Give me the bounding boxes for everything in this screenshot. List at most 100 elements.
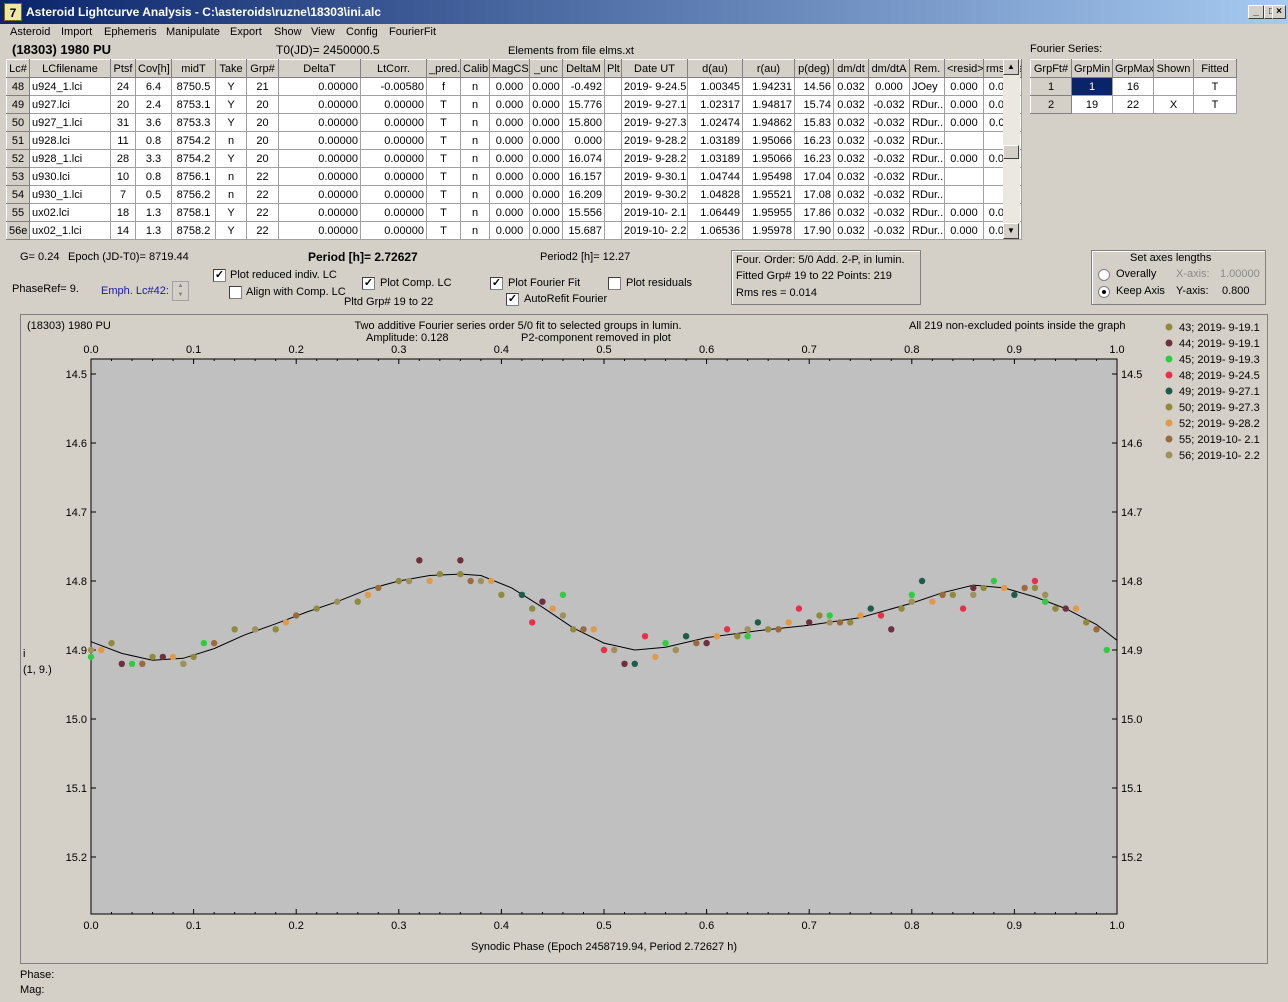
table-cell[interactable]: 17.08: [794, 185, 834, 204]
table-cell[interactable]: 1.95521: [742, 185, 795, 204]
table-cell[interactable]: u928_1.lci: [29, 149, 111, 168]
table-cell[interactable]: 1.95978: [742, 221, 795, 240]
table-cell[interactable]: 20: [246, 131, 279, 150]
column-header[interactable]: Date UT: [621, 59, 688, 78]
table-cell[interactable]: 15.800: [562, 113, 605, 132]
row-header[interactable]: 52: [6, 149, 30, 168]
table-cell[interactable]: 0.000: [489, 203, 530, 222]
fourier-column-header[interactable]: Shown: [1153, 59, 1194, 78]
table-cell[interactable]: u924_1.lci: [29, 77, 111, 96]
scroll-down-icon[interactable]: ▼: [1003, 223, 1019, 239]
table-cell[interactable]: 14: [110, 221, 136, 240]
table-cell[interactable]: n: [460, 77, 490, 96]
table-cell[interactable]: [944, 131, 984, 150]
table-cell[interactable]: 0.00000: [278, 167, 361, 186]
table-cell[interactable]: Y: [215, 95, 247, 114]
row-header[interactable]: 49: [6, 95, 30, 114]
x-axis-value[interactable]: 1.00000: [1220, 268, 1260, 280]
menu-view[interactable]: View: [311, 25, 335, 39]
table-cell[interactable]: 0.000: [489, 95, 530, 114]
table-cell[interactable]: T: [426, 131, 461, 150]
table-cell[interactable]: T: [426, 185, 461, 204]
table-cell[interactable]: -0.492: [562, 77, 605, 96]
table-cell[interactable]: [604, 203, 622, 222]
table-cell[interactable]: RDur...: [909, 95, 945, 114]
table-cell[interactable]: 8753.1: [171, 95, 216, 114]
table-cell[interactable]: 7: [110, 185, 136, 204]
table-cell[interactable]: 8758.1: [171, 203, 216, 222]
row-header[interactable]: 51: [6, 131, 30, 150]
column-header[interactable]: Cov[h]: [135, 59, 172, 78]
table-cell[interactable]: -0.032: [868, 149, 910, 168]
table-cell[interactable]: T: [426, 221, 461, 240]
table-row[interactable]: 49 u927.lci 20 2.4 8753.1 Y 20 0.00000 0.00000 Tn…: [6, 95, 1022, 114]
minimize-button[interactable]: _: [1248, 5, 1264, 19]
column-header[interactable]: Calib.: [460, 59, 490, 78]
table-cell[interactable]: [604, 131, 622, 150]
column-header[interactable]: LtCorr.: [360, 59, 427, 78]
table-cell[interactable]: 1.94231: [742, 77, 795, 96]
scroll-thumb[interactable]: [1003, 145, 1019, 159]
table-cell[interactable]: 0.000: [529, 113, 563, 132]
table-cell[interactable]: 1.02474: [687, 113, 743, 132]
table-cell[interactable]: 0.032: [833, 131, 869, 150]
table-cell[interactable]: 1.04828: [687, 185, 743, 204]
row-header[interactable]: 50: [6, 113, 30, 132]
table-cell[interactable]: 0.000: [944, 77, 984, 96]
table-cell[interactable]: 14.56: [794, 77, 834, 96]
table-cell[interactable]: 18: [110, 203, 136, 222]
table-cell[interactable]: n: [460, 149, 490, 168]
table-cell[interactable]: RDur...: [909, 203, 945, 222]
table-cell[interactable]: n: [215, 131, 247, 150]
table-cell[interactable]: 0.032: [833, 77, 869, 96]
column-header[interactable]: midT: [171, 59, 216, 78]
column-header[interactable]: _unc: [529, 59, 563, 78]
table-cell[interactable]: 1.03189: [687, 131, 743, 150]
table-cell[interactable]: 2019- 9-28.2: [621, 131, 688, 150]
table-cell[interactable]: n: [215, 167, 247, 186]
table-cell[interactable]: RDur...: [909, 185, 945, 204]
table-cell[interactable]: 1.95955: [742, 203, 795, 222]
table-cell[interactable]: n: [460, 95, 490, 114]
fourier-cell[interactable]: 1: [1071, 77, 1113, 96]
table-cell[interactable]: 8754.2: [171, 131, 216, 150]
table-cell[interactable]: [604, 185, 622, 204]
table-cell[interactable]: 1.00345: [687, 77, 743, 96]
table-cell[interactable]: 0.000: [868, 77, 910, 96]
column-header[interactable]: p(deg): [794, 59, 834, 78]
table-cell[interactable]: 0.000: [944, 95, 984, 114]
table-cell[interactable]: 24: [110, 77, 136, 96]
column-header[interactable]: Rem.: [909, 59, 945, 78]
table-cell[interactable]: 0.000: [944, 203, 984, 222]
table-cell[interactable]: 1.94817: [742, 95, 795, 114]
table-row[interactable]: 56e ux02_1.lci 14 1.3 8758.2 Y 22 0.00000 0.0000…: [6, 221, 1022, 240]
table-cell[interactable]: 0.000: [529, 77, 563, 96]
table-cell[interactable]: 0.000: [944, 113, 984, 132]
column-header[interactable]: Take: [215, 59, 247, 78]
table-cell[interactable]: ux02_1.lci: [29, 221, 111, 240]
column-header[interactable]: LCfilename: [29, 59, 111, 78]
table-cell[interactable]: 1.04744: [687, 167, 743, 186]
table-cell[interactable]: -0.032: [868, 113, 910, 132]
column-header[interactable]: _pred.: [426, 59, 461, 78]
table-cell[interactable]: 0.00000: [360, 149, 427, 168]
table-row[interactable]: 53 u930.lci 10 0.8 8756.1 n 22 0.00000 0.00000 Tn…: [6, 167, 1022, 186]
table-cell[interactable]: u930_1.lci: [29, 185, 111, 204]
fourier-cell[interactable]: T: [1193, 95, 1237, 114]
table-cell[interactable]: u928.lci: [29, 131, 111, 150]
table-cell[interactable]: -0.032: [868, 221, 910, 240]
table-cell[interactable]: 0.032: [833, 113, 869, 132]
row-header[interactable]: 55: [6, 203, 30, 222]
table-cell[interactable]: 0.00000: [278, 113, 361, 132]
table-cell[interactable]: 15.74: [794, 95, 834, 114]
table-cell[interactable]: 0.00000: [278, 77, 361, 96]
column-header[interactable]: d(au): [687, 59, 743, 78]
table-cell[interactable]: 1.06449: [687, 203, 743, 222]
table-cell[interactable]: RDur...: [909, 131, 945, 150]
table-cell[interactable]: 0.000: [562, 131, 605, 150]
table-cell[interactable]: 22: [246, 203, 279, 222]
table-cell[interactable]: 0.000: [489, 167, 530, 186]
table-cell[interactable]: 20: [110, 95, 136, 114]
table-cell[interactable]: 0.032: [833, 185, 869, 204]
table-cell[interactable]: 2019- 9-30.2: [621, 185, 688, 204]
